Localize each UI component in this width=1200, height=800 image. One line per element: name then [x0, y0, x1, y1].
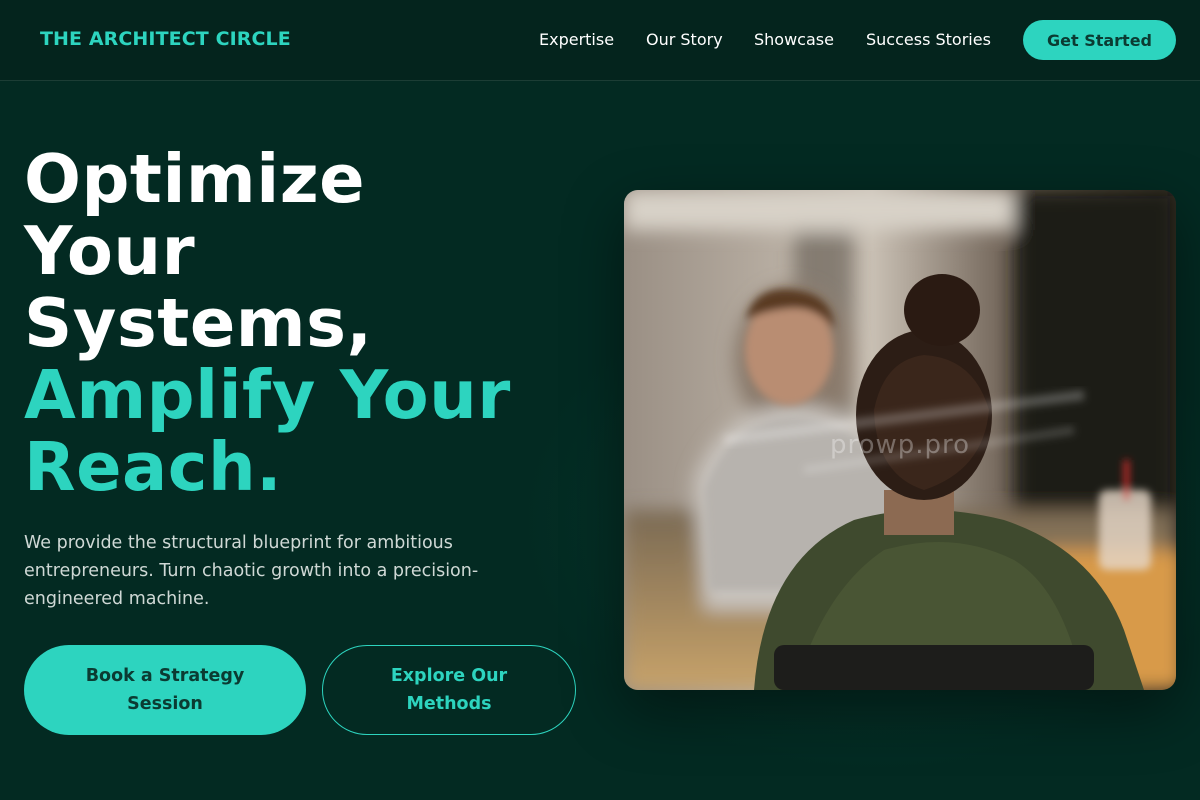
nav-link-showcase[interactable]: Showcase [754, 30, 834, 49]
book-strategy-session-button[interactable]: Book a Strategy Session [24, 645, 306, 735]
nav-link-success-stories[interactable]: Success Stories [866, 30, 991, 49]
nav-link-expertise[interactable]: Expertise [539, 30, 614, 49]
explore-methods-button[interactable]: Explore Our Methods [322, 645, 576, 735]
get-started-button[interactable]: Get Started [1023, 20, 1176, 60]
headline-line: Systems, [24, 284, 373, 362]
hero-subtext: We provide the structural blueprint for … [24, 533, 479, 609]
headline-accent-line: Reach. [24, 428, 283, 506]
hero-headline: Optimize Your Systems, Amplify Your Reac… [24, 143, 584, 503]
nav-link-our-story[interactable]: Our Story [646, 30, 723, 49]
nav-links: Expertise Our Story Showcase Success Sto… [0, 30, 1200, 50]
headline-accent-line: Amplify Your [24, 356, 511, 434]
hero-image: prowp.pro [624, 190, 1176, 690]
image-watermark: prowp.pro [829, 430, 971, 460]
headline-line: Optimize [24, 140, 366, 218]
headline-line: Your [24, 212, 196, 290]
page: THE ARCHITECT CIRCLE Expertise Our Story… [0, 0, 1200, 800]
top-nav: THE ARCHITECT CIRCLE Expertise Our Story… [0, 0, 1200, 81]
